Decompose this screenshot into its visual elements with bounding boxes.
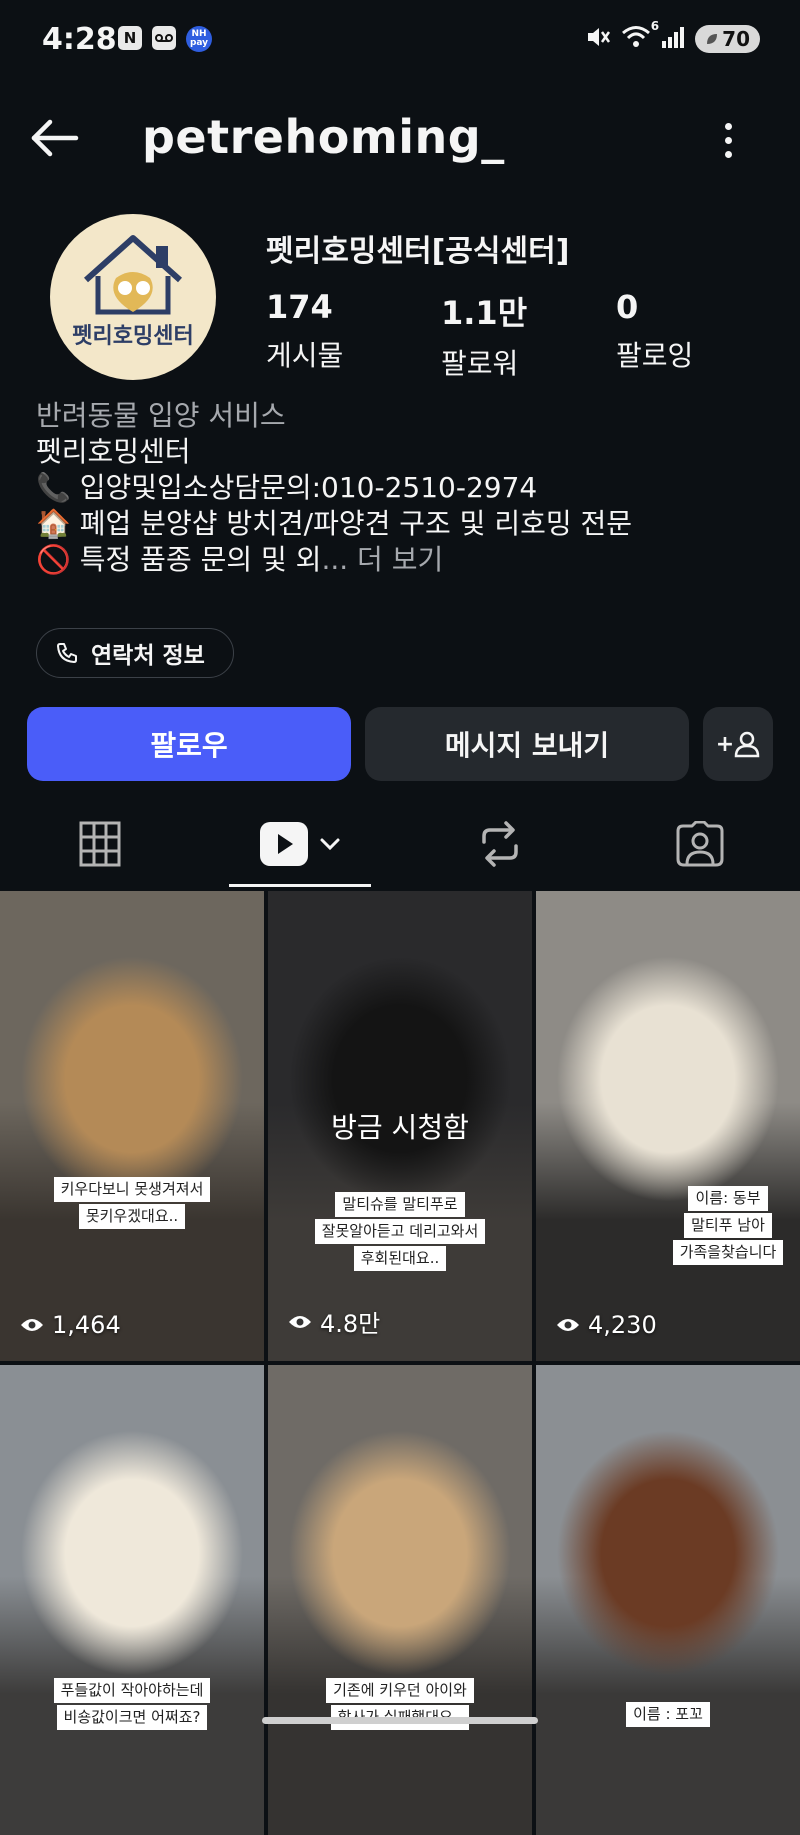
reel-caption: 키우다보니 못생겨져서 못키우겠대요.. xyxy=(0,1176,264,1230)
profile-bio: 반려동물 입양 서비스 펫리호밍센터 📞 입양및입소상담문의:010-2510-… xyxy=(36,398,776,578)
caption-line: 기존에 키우던 아이와 xyxy=(326,1678,474,1703)
phone-icon xyxy=(57,643,77,663)
message-button[interactable]: 메시지 보내기 xyxy=(365,707,689,781)
suggest-user-button[interactable]: + xyxy=(703,707,773,781)
reel-caption: 푸들값이 작아야하는데 비숑값이크면 어쩌죠? xyxy=(0,1677,264,1731)
top-bar: petrehoming_ xyxy=(0,90,800,185)
tab-reels[interactable] xyxy=(229,800,371,888)
add-person-icon xyxy=(734,731,760,758)
bio-line: 펫리호밍센터 xyxy=(36,435,191,468)
reel-thumbnail[interactable]: 방금 시청함 말티슈를 말티푸로 잘못알아듣고 데리고와서 후회된대요.. 4.… xyxy=(268,891,532,1361)
reels-grid: 키우다보니 못생겨져서 못키우겠대요.. 1,464 방금 시청함 말티슈를 말… xyxy=(0,891,800,1835)
profile-tabs xyxy=(0,800,800,888)
tab-reposts[interactable] xyxy=(450,800,550,888)
more-options-button[interactable] xyxy=(708,110,748,170)
followers-stat[interactable]: 1.1만 팔로워 xyxy=(441,288,527,382)
plus-label: + xyxy=(715,731,735,757)
caption-line: 이름 : 포꼬 xyxy=(626,1702,710,1727)
profile-avatar[interactable]: 펫리호밍센터 xyxy=(50,214,216,380)
posts-label: 게시물 xyxy=(266,339,344,372)
view-count: 1,464 xyxy=(52,1311,121,1339)
reel-thumbnail[interactable]: 푸들값이 작아야하는데 비숑값이크면 어쩌죠? xyxy=(0,1365,264,1835)
following-label: 팔로잉 xyxy=(616,339,694,372)
bio-line: 🚫 특정 품종 문의 및 외 xyxy=(36,543,322,576)
wifi-badge: 6 xyxy=(650,19,660,33)
mute-icon xyxy=(585,24,611,54)
bio-line: 📞 입양및입소상담문의:010-2510-2974 xyxy=(36,471,538,504)
reel-caption: 이름: 동부 말티푸 남아 가족을찾습니다 xyxy=(596,1185,800,1266)
bio-more-link[interactable]: ... 더 보기 xyxy=(321,543,443,576)
battery-level: 70 xyxy=(722,27,750,51)
reel-thumbnail[interactable]: 이름 : 포꼬 xyxy=(536,1365,800,1835)
reel-views: 4.8만 xyxy=(288,1304,380,1339)
watched-label: 방금 시청함 xyxy=(331,1111,469,1144)
followers-count: 1.1만 xyxy=(441,294,528,332)
bio-line-truncated: 🚫 특정 품종 문의 및 외... 더 보기 xyxy=(36,542,776,578)
caption-line: 잘못알아듣고 데리고와서 xyxy=(314,1219,486,1244)
signal-icon xyxy=(661,25,685,53)
caption-line: 푸들값이 작아야하는데 xyxy=(53,1678,211,1703)
profile-category: 반려동물 입양 서비스 xyxy=(36,399,286,432)
chevron-down-icon xyxy=(320,838,340,851)
followers-label: 팔로워 xyxy=(441,347,519,380)
status-notification-icons: N NH pay xyxy=(118,26,212,52)
tagged-person-icon xyxy=(676,821,724,867)
reel-views: 1,464 xyxy=(20,1311,121,1339)
reels-icon xyxy=(260,822,308,866)
reel-caption: 말티슈를 말티푸로 잘못알아듣고 데리고와서 후회된대요.. xyxy=(268,1191,532,1272)
status-bar: 4:28 N NH pay 6 70 xyxy=(0,0,800,80)
caption-line: 못키우겠대요.. xyxy=(78,1204,186,1229)
profile-display-name: 펫리호밍센터[공식센터] xyxy=(266,234,570,269)
posts-stat[interactable]: 174 게시물 xyxy=(266,288,343,374)
eye-icon xyxy=(557,1319,579,1331)
leaf-icon xyxy=(707,34,718,44)
profile-username: petrehoming_ xyxy=(142,110,505,164)
view-count: 4,230 xyxy=(588,1311,657,1339)
status-time: 4:28 xyxy=(42,22,117,57)
view-count: 4.8만 xyxy=(320,1310,381,1338)
grid-icon xyxy=(79,821,121,867)
back-arrow-icon xyxy=(31,119,79,157)
more-dot-icon xyxy=(724,150,732,158)
contact-info-label: 연락처 정보 xyxy=(91,643,205,669)
tab-tagged[interactable] xyxy=(650,800,750,888)
reel-thumbnail[interactable]: 이름: 동부 말티푸 남아 가족을찾습니다 4,230 xyxy=(536,891,800,1361)
reel-views: 4,230 xyxy=(556,1311,657,1339)
posts-count: 174 xyxy=(266,288,333,326)
home-indicator[interactable] xyxy=(262,1717,538,1724)
nh-pay-icon: NH pay xyxy=(186,26,212,52)
eye-icon xyxy=(289,1315,311,1328)
tab-posts-grid[interactable] xyxy=(50,800,150,888)
caption-line: 비숑값이크면 어쩌죠? xyxy=(56,1705,208,1730)
battery-indicator: 70 xyxy=(695,25,760,53)
contact-info-button[interactable]: 연락처 정보 xyxy=(36,628,234,678)
following-count: 0 xyxy=(616,288,639,326)
reel-thumbnail[interactable]: 기존에 키우던 아이와 합사가 실패했대요.. xyxy=(268,1365,532,1835)
house-pet-logo-icon xyxy=(84,235,182,315)
back-button[interactable] xyxy=(24,108,84,168)
more-dot-icon xyxy=(724,122,732,130)
caption-line: 후회된대요.. xyxy=(353,1246,447,1271)
follow-button[interactable]: 팔로우 xyxy=(27,707,351,781)
reel-thumbnail[interactable]: 키우다보니 못생겨져서 못키우겠대요.. 1,464 xyxy=(0,891,264,1361)
caption-line: 말티푸 남아 xyxy=(684,1213,772,1238)
status-system-icons: 6 70 xyxy=(585,19,760,54)
voicemail-icon xyxy=(152,26,176,50)
caption-line: 말티슈를 말티푸로 xyxy=(335,1192,465,1217)
reposts-icon xyxy=(482,821,518,867)
caption-line: 키우다보니 못생겨져서 xyxy=(53,1177,211,1202)
n-icon: N xyxy=(118,26,142,50)
wifi-icon: 6 xyxy=(621,19,659,53)
reel-caption: 이름 : 포꼬 xyxy=(536,1701,800,1728)
caption-line: 이름: 동부 xyxy=(688,1186,768,1211)
caption-line: 가족을찾습니다 xyxy=(672,1240,784,1265)
bio-line: 🏠 폐업 분양샵 방치견/파양견 구조 및 리호밍 전문 xyxy=(36,507,633,540)
following-stat[interactable]: 0 팔로잉 xyxy=(616,288,693,374)
more-dot-icon xyxy=(724,136,732,144)
eye-icon xyxy=(21,1319,43,1331)
active-tab-indicator xyxy=(229,884,371,887)
avatar-text: 펫리호밍센터 xyxy=(72,324,194,349)
